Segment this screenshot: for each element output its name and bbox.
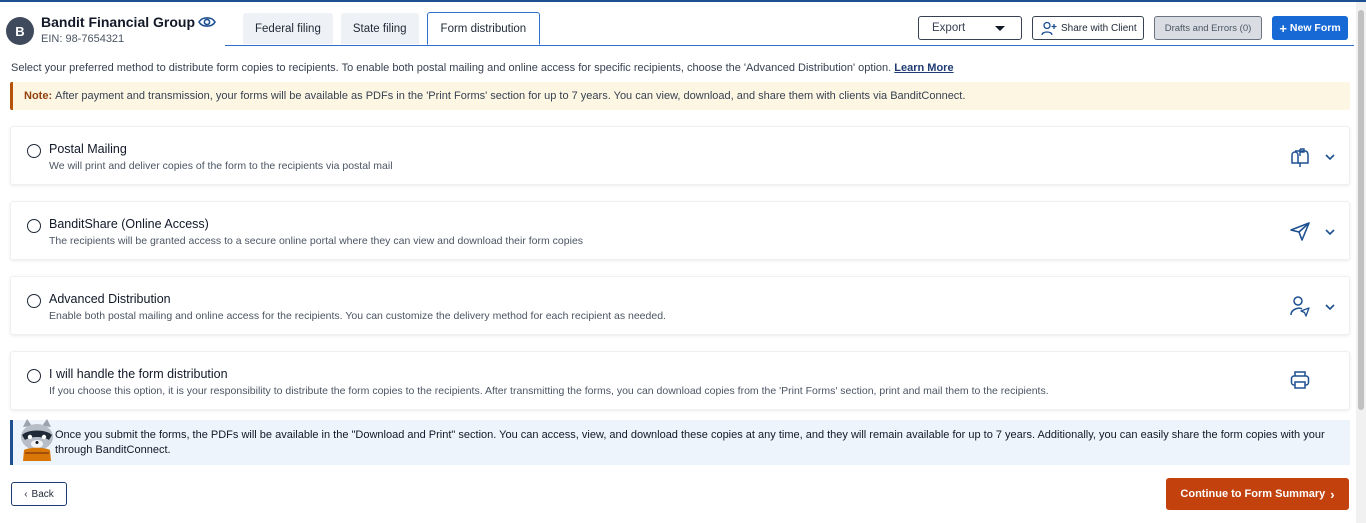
option-description: We will print and deliver copies of the …: [49, 160, 393, 172]
back-button[interactable]: ‹ Back: [11, 482, 67, 506]
radio-button[interactable]: [27, 144, 41, 158]
chevron-down-icon[interactable]: [1325, 302, 1335, 312]
option-self-distribution[interactable]: I will handle the form distribution If y…: [10, 351, 1350, 410]
option-title: Postal Mailing: [49, 142, 127, 156]
note-text: After payment and transmission, your for…: [55, 90, 966, 102]
chevron-down-icon[interactable]: [1325, 152, 1335, 162]
info-banner: Once you submit the forms, the PDFs will…: [10, 419, 1350, 465]
option-advanced-distribution[interactable]: Advanced Distribution Enable both postal…: [10, 276, 1350, 335]
scrollbar[interactable]: [1356, 2, 1366, 523]
continue-button[interactable]: Continue to Form Summary ›: [1166, 478, 1349, 510]
note-label: Note:: [24, 90, 53, 102]
tab-underline: [225, 45, 1354, 46]
header: B Bandit Financial Group EIN: 98-7654321…: [0, 2, 1356, 46]
option-title: Advanced Distribution: [49, 292, 171, 306]
user-send-icon: [1290, 296, 1310, 317]
radio-button[interactable]: [27, 369, 41, 383]
back-label: Back: [31, 488, 54, 500]
plus-icon: +: [1279, 20, 1287, 36]
option-title: I will handle the form distribution: [49, 367, 228, 381]
export-label: Export: [932, 22, 966, 34]
option-description: If you choose this option, it is your re…: [49, 385, 1049, 397]
intro-text: Select your preferred method to distribu…: [11, 62, 954, 74]
share-with-client-button[interactable]: Share with Client: [1032, 16, 1144, 40]
new-form-button[interactable]: + New Form: [1272, 16, 1348, 40]
chevron-down-icon[interactable]: [1325, 227, 1335, 237]
option-title: BanditShare (Online Access): [49, 217, 209, 231]
avatar: B: [6, 17, 34, 45]
option-postal-mailing[interactable]: Postal Mailing We will print and deliver…: [10, 126, 1350, 185]
option-description: The recipients will be granted access to…: [49, 235, 584, 247]
option-description: Enable both postal mailing and online ac…: [49, 310, 666, 322]
new-form-label: New Form: [1289, 22, 1341, 34]
scrollbar-thumb[interactable]: [1358, 10, 1364, 410]
drafts-and-errors-button[interactable]: Drafts and Errors (0): [1154, 16, 1262, 40]
tab-form-distribution[interactable]: Form distribution: [426, 12, 541, 45]
printer-icon: [1290, 371, 1310, 389]
intro-description: Select your preferred method to distribu…: [11, 62, 892, 74]
share-label: Share with Client: [1061, 22, 1137, 34]
send-icon: [1290, 222, 1310, 241]
chevron-left-icon: ‹: [24, 488, 28, 500]
raccoon-mascot-icon: [21, 419, 53, 461]
tab-bar: Federal filing State filing Form distrib…: [243, 12, 541, 46]
caret-down-icon: [995, 26, 1005, 31]
company-name: Bandit Financial Group: [41, 14, 196, 30]
eye-icon[interactable]: [198, 15, 216, 29]
ein-label: EIN: 98-7654321: [41, 33, 125, 45]
radio-button[interactable]: [27, 219, 41, 233]
mailbox-icon: [1291, 148, 1309, 167]
radio-button[interactable]: [27, 294, 41, 308]
tab-state-filing[interactable]: State filing: [340, 13, 419, 44]
learn-more-link[interactable]: Learn More: [894, 62, 953, 74]
chevron-right-icon: ›: [1330, 486, 1335, 502]
export-dropdown[interactable]: Export: [918, 16, 1022, 40]
info-text: Once you submit the forms, the PDFs will…: [55, 429, 1325, 456]
option-banditshare[interactable]: BanditShare (Online Access) The recipien…: [10, 201, 1350, 260]
user-plus-icon: [1041, 21, 1057, 36]
note-banner: Note: After payment and transmission, yo…: [10, 82, 1350, 110]
continue-label: Continue to Form Summary: [1180, 488, 1326, 500]
tab-federal-filing[interactable]: Federal filing: [243, 13, 333, 44]
